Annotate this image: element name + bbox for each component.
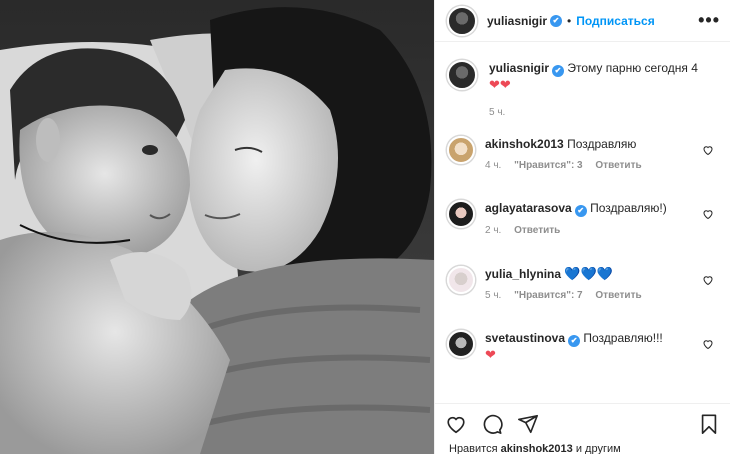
comment-item: aglayatarasova ✔ Поздравляю!) 2 ч. Ответи… — [447, 200, 718, 266]
reply-button[interactable]: Ответить — [514, 225, 560, 236]
comment-like-heart-icon[interactable] — [702, 338, 714, 353]
caption-username[interactable]: yuliasnigir — [489, 61, 549, 75]
comment-likes[interactable]: "Нравится": 7 — [514, 290, 583, 301]
comment-item: yulia_hlynina 💙💙💙 5 ч. "Нравится": 7 Отв… — [447, 266, 718, 330]
post-panel: yuliasnigir ✔ • Подписаться ••• yuliasni… — [434, 0, 730, 454]
post-header: yuliasnigir ✔ • Подписаться ••• — [435, 0, 730, 42]
commenter-avatar[interactable] — [447, 200, 475, 228]
comment-like-heart-icon[interactable] — [702, 208, 714, 223]
comment-like-heart-icon[interactable] — [702, 274, 714, 289]
blue-heart-emoji: 💙💙💙 — [564, 266, 613, 281]
verified-badge-icon: ✔ — [550, 14, 563, 27]
likes-summary: Нравится akinshok2013 и другим — [449, 443, 621, 454]
comment-icon[interactable] — [481, 413, 503, 435]
caption-avatar[interactable] — [447, 60, 477, 90]
red-heart-emoji: ❤ — [485, 347, 496, 362]
comment-likes[interactable]: "Нравится": 3 — [514, 160, 583, 171]
comment-time[interactable]: 4 ч. — [485, 160, 501, 171]
reply-button[interactable]: Ответить — [595, 160, 641, 171]
comment-meta: 5 ч. "Нравится": 7 Ответить — [485, 288, 695, 304]
caption-meta: 5 ч. — [489, 105, 699, 121]
post-actions — [435, 403, 730, 443]
caption-text: Этому парню сегодня 4 — [567, 61, 698, 75]
post-photo[interactable] — [0, 0, 434, 454]
comment-item: akinshok2013 Поздравляю 4 ч. "Нравится":… — [447, 136, 718, 200]
commenter-username[interactable]: aglayatarasova — [485, 201, 572, 215]
author-username[interactable]: yuliasnigir — [487, 14, 547, 28]
commenter-avatar[interactable] — [447, 330, 475, 358]
follow-button[interactable]: Подписаться — [576, 14, 654, 28]
comment-like-heart-icon[interactable] — [702, 144, 714, 159]
comment-time[interactable]: 2 ч. — [485, 225, 501, 236]
commenter-username[interactable]: akinshok2013 — [485, 137, 564, 151]
bookmark-icon[interactable] — [698, 413, 720, 435]
photo-image — [0, 0, 434, 454]
commenter-username[interactable]: yulia_hlynina — [485, 267, 561, 281]
heart-outline-icon[interactable] — [445, 413, 467, 435]
separator-dot: • — [567, 13, 572, 28]
caption: yuliasnigir ✔ Этому парню сегодня 4 ❤❤ 5 … — [447, 60, 718, 136]
likes-prefix: Нравится — [449, 443, 498, 454]
likes-suffix[interactable]: и другим — [576, 443, 621, 454]
commenter-avatar[interactable] — [447, 136, 475, 164]
verified-badge-icon: ✔ — [574, 205, 587, 217]
reply-button[interactable]: Ответить — [595, 290, 641, 301]
comment-text: Поздравляю!!! — [583, 331, 663, 345]
comment-meta: 4 ч. "Нравится": 3 Ответить — [485, 158, 695, 174]
comment-text: Поздравляю — [567, 137, 637, 151]
paper-plane-icon[interactable] — [517, 413, 539, 435]
comment-meta: 2 ч. Ответить — [485, 223, 695, 239]
author-avatar[interactable] — [447, 5, 477, 36]
verified-badge-icon: ✔ — [568, 335, 581, 347]
commenter-username[interactable]: svetaustinova — [485, 331, 565, 345]
comment-time[interactable]: 5 ч. — [485, 290, 501, 301]
verified-badge-icon: ✔ — [552, 65, 565, 77]
commenter-avatar[interactable] — [447, 266, 475, 294]
comment-text: Поздравляю!) — [590, 201, 667, 215]
red-heart-emoji: ❤❤ — [489, 77, 511, 92]
comment-item: svetaustinova ✔ Поздравляю!!! ❤ — [447, 330, 718, 382]
more-options-icon[interactable]: ••• — [698, 10, 720, 31]
comments-list: yuliasnigir ✔ Этому парню сегодня 4 ❤❤ 5 … — [435, 60, 730, 382]
likes-user[interactable]: akinshok2013 — [501, 443, 573, 454]
caption-time[interactable]: 5 ч. — [489, 107, 505, 118]
